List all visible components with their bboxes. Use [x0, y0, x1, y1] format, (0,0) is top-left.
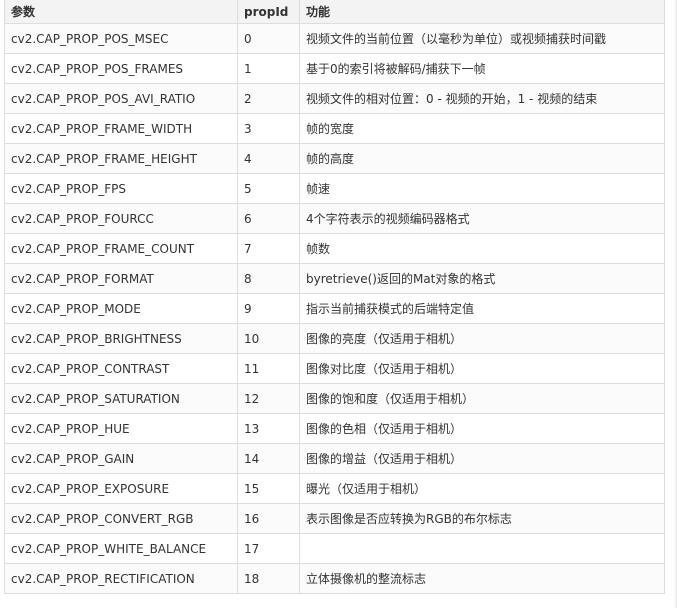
param-cell: cv2.CAP_PROP_HUE [4, 413, 238, 444]
propid-cell: 18 [237, 563, 300, 594]
table-row: cv2.CAP_PROP_POS_FRAMES 1 基于0的索引将被解码/捕获下… [4, 53, 665, 84]
param-cell: cv2.CAP_PROP_FORMAT [4, 263, 238, 294]
param-cell: cv2.CAP_PROP_WHITE_BALANCE [4, 533, 238, 564]
header-propid: propId [237, 0, 300, 24]
param-cell: cv2.CAP_PROP_FOURCC [4, 203, 238, 234]
function-cell: 立体摄像机的整流标志 [299, 563, 665, 594]
function-cell: 视频文件的当前位置（以毫秒为单位）或视频捕获时间戳 [299, 23, 665, 54]
table-row: cv2.CAP_PROP_CONTRAST 11 图像对比度（仅适用于相机） [4, 353, 665, 384]
function-cell: 基于0的索引将被解码/捕获下一帧 [299, 53, 665, 84]
table-body: cv2.CAP_PROP_POS_MSEC 0 视频文件的当前位置（以毫秒为单位… [4, 23, 665, 594]
param-cell: cv2.CAP_PROP_POS_MSEC [4, 23, 238, 54]
propid-cell: 16 [237, 503, 300, 534]
param-cell: cv2.CAP_PROP_FRAME_WIDTH [4, 113, 238, 144]
table-row: cv2.CAP_PROP_FRAME_COUNT 7 帧数 [4, 233, 665, 264]
propid-cell: 15 [237, 473, 300, 504]
propid-cell: 1 [237, 53, 300, 84]
param-cell: cv2.CAP_PROP_EXPOSURE [4, 473, 238, 504]
table-row: cv2.CAP_PROP_RECTIFICATION 18 立体摄像机的整流标志 [4, 563, 665, 594]
table-row: cv2.CAP_PROP_MODE 9 指示当前捕获模式的后端特定值 [4, 293, 665, 324]
propid-cell: 0 [237, 23, 300, 54]
function-cell: 图像的色相（仅适用于相机） [299, 413, 665, 444]
param-cell: cv2.CAP_PROP_FRAME_COUNT [4, 233, 238, 264]
table-row: cv2.CAP_PROP_POS_AVI_RATIO 2 视频文件的相对位置：0… [4, 83, 665, 114]
function-cell [299, 533, 665, 564]
propid-cell: 10 [237, 323, 300, 354]
table-header: 参数 propId 功能 [4, 0, 665, 24]
function-cell: 图像对比度（仅适用于相机） [299, 353, 665, 384]
function-cell: byretrieve()返回的Mat对象的格式 [299, 263, 665, 294]
table-row: cv2.CAP_PROP_FPS 5 帧速 [4, 173, 665, 204]
table-row: cv2.CAP_PROP_FRAME_WIDTH 3 帧的宽度 [4, 113, 665, 144]
param-cell: cv2.CAP_PROP_POS_FRAMES [4, 53, 238, 84]
param-cell: cv2.CAP_PROP_FRAME_HEIGHT [4, 143, 238, 174]
propid-cell: 14 [237, 443, 300, 474]
propid-cell: 5 [237, 173, 300, 204]
propid-cell: 12 [237, 383, 300, 414]
function-cell: 图像的饱和度（仅适用于相机） [299, 383, 665, 414]
param-cell: cv2.CAP_PROP_GAIN [4, 443, 238, 474]
param-cell: cv2.CAP_PROP_RECTIFICATION [4, 563, 238, 594]
param-cell: cv2.CAP_PROP_MODE [4, 293, 238, 324]
propid-cell: 2 [237, 83, 300, 114]
table-row: cv2.CAP_PROP_FRAME_HEIGHT 4 帧的高度 [4, 143, 665, 174]
function-cell: 表示图像是否应转换为RGB的布尔标志 [299, 503, 665, 534]
table-row: cv2.CAP_PROP_SATURATION 12 图像的饱和度（仅适用于相机… [4, 383, 665, 414]
table-row: cv2.CAP_PROP_EXPOSURE 15 曝光（仅适用于相机） [4, 473, 665, 504]
properties-table-container: 参数 propId 功能 cv2.CAP_PROP_POS_MSEC 0 视频文… [4, 0, 665, 594]
table-row: cv2.CAP_PROP_WHITE_BALANCE 17 [4, 533, 665, 564]
param-cell: cv2.CAP_PROP_CONVERT_RGB [4, 503, 238, 534]
table-row: cv2.CAP_PROP_FORMAT 8 byretrieve()返回的Mat… [4, 263, 665, 294]
header-row: 参数 propId 功能 [4, 0, 665, 24]
function-cell: 图像的增益（仅适用于相机） [299, 443, 665, 474]
function-cell: 帧的宽度 [299, 113, 665, 144]
table-row: cv2.CAP_PROP_GAIN 14 图像的增益（仅适用于相机） [4, 443, 665, 474]
table-row: cv2.CAP_PROP_BRIGHTNESS 10 图像的亮度（仅适用于相机） [4, 323, 665, 354]
param-cell: cv2.CAP_PROP_SATURATION [4, 383, 238, 414]
propid-cell: 4 [237, 143, 300, 174]
table-row: cv2.CAP_PROP_HUE 13 图像的色相（仅适用于相机） [4, 413, 665, 444]
param-cell: cv2.CAP_PROP_CONTRAST [4, 353, 238, 384]
propid-cell: 7 [237, 233, 300, 264]
table-row: cv2.CAP_PROP_FOURCC 6 4个字符表示的视频编码器格式 [4, 203, 665, 234]
header-function: 功能 [299, 0, 665, 24]
function-cell: 曝光（仅适用于相机） [299, 473, 665, 504]
function-cell: 指示当前捕获模式的后端特定值 [299, 293, 665, 324]
param-cell: cv2.CAP_PROP_POS_AVI_RATIO [4, 83, 238, 114]
param-cell: cv2.CAP_PROP_BRIGHTNESS [4, 323, 238, 354]
propid-cell: 9 [237, 293, 300, 324]
propid-cell: 6 [237, 203, 300, 234]
propid-cell: 13 [237, 413, 300, 444]
function-cell: 图像的亮度（仅适用于相机） [299, 323, 665, 354]
function-cell: 帧数 [299, 233, 665, 264]
propid-cell: 8 [237, 263, 300, 294]
param-cell: cv2.CAP_PROP_FPS [4, 173, 238, 204]
header-param: 参数 [4, 0, 238, 24]
function-cell: 帧速 [299, 173, 665, 204]
function-cell: 视频文件的相对位置：0 - 视频的开始，1 - 视频的结束 [299, 83, 665, 114]
propid-cell: 3 [237, 113, 300, 144]
table-row: cv2.CAP_PROP_POS_MSEC 0 视频文件的当前位置（以毫秒为单位… [4, 23, 665, 54]
function-cell: 帧的高度 [299, 143, 665, 174]
propid-cell: 11 [237, 353, 300, 384]
properties-table: 参数 propId 功能 cv2.CAP_PROP_POS_MSEC 0 视频文… [4, 0, 665, 594]
table-row: cv2.CAP_PROP_CONVERT_RGB 16 表示图像是否应转换为RG… [4, 503, 665, 534]
function-cell: 4个字符表示的视频编码器格式 [299, 203, 665, 234]
propid-cell: 17 [237, 533, 300, 564]
